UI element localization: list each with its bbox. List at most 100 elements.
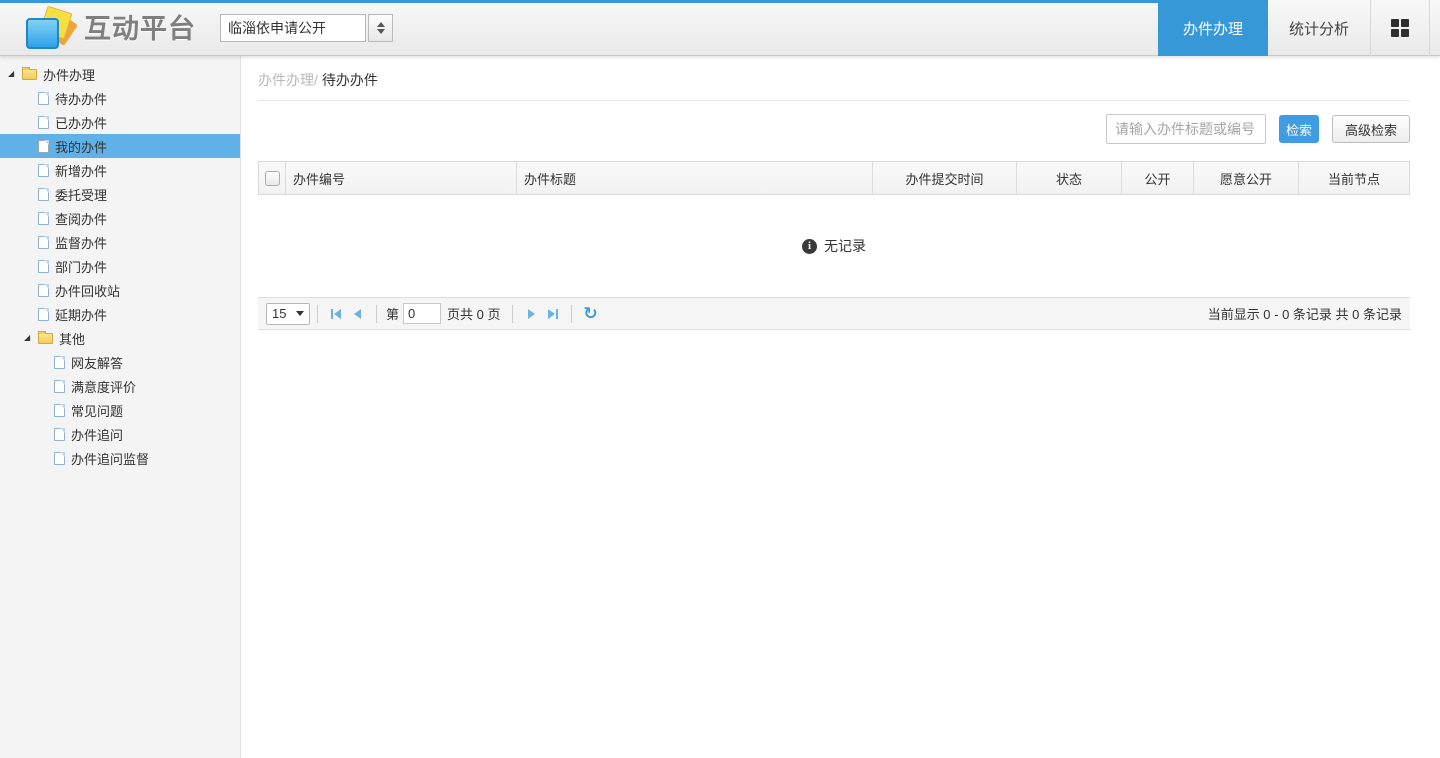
tabs-filler xyxy=(1430,0,1440,56)
sidebar-item-11[interactable]: ◢其他 xyxy=(0,326,240,350)
sidebar-item-16[interactable]: 办件追问监督 xyxy=(0,446,240,470)
sidebar-item-14[interactable]: 常见问题 xyxy=(0,398,240,422)
document-icon xyxy=(38,140,49,153)
org-selector-value[interactable]: 临淄依申请公开 xyxy=(220,14,366,42)
sidebar-item-label: 新增办件 xyxy=(55,161,107,180)
first-page-icon xyxy=(330,308,342,320)
sidebar-item-5[interactable]: 委托受理 xyxy=(0,182,240,206)
expand-arrow-icon[interactable]: ◢ xyxy=(8,70,22,78)
breadcrumb-parent: 办件办理/ xyxy=(258,72,318,88)
sidebar-item-label: 办件追问 xyxy=(71,425,123,444)
refresh-icon: ↻ xyxy=(583,305,597,322)
next-page-button[interactable] xyxy=(520,303,542,325)
document-icon xyxy=(54,428,65,441)
column-header-1[interactable]: 办件标题 xyxy=(516,162,872,194)
pager-divider xyxy=(571,305,572,323)
refresh-button[interactable]: ↻ xyxy=(579,303,601,325)
document-icon xyxy=(38,308,49,321)
sidebar-item-label: 常见问题 xyxy=(71,401,123,420)
sidebar-item-9[interactable]: 办件回收站 xyxy=(0,278,240,302)
sidebar-nav: ◢办件办理待办办件已办办件我的办件新增办件委托受理查阅办件监督办件部门办件办件回… xyxy=(0,56,241,758)
app-logo-icon xyxy=(26,8,74,50)
nav-tree: ◢办件办理待办办件已办办件我的办件新增办件委托受理查阅办件监督办件部门办件办件回… xyxy=(0,62,240,470)
tab-1[interactable]: 统计分析 xyxy=(1268,0,1370,56)
prev-page-button[interactable] xyxy=(347,303,369,325)
tab-0[interactable]: 办件办理 xyxy=(1158,0,1268,56)
sidebar-item-13[interactable]: 满意度评价 xyxy=(0,374,240,398)
first-page-button[interactable] xyxy=(325,303,347,325)
document-icon xyxy=(38,116,49,129)
document-icon xyxy=(38,92,49,105)
expand-arrow-icon[interactable]: ◢ xyxy=(24,334,38,342)
sidebar-item-label: 委托受理 xyxy=(55,185,107,204)
sidebar-item-label: 网友解答 xyxy=(71,353,123,372)
sidebar-item-label: 监督办件 xyxy=(55,233,107,252)
document-icon xyxy=(38,236,49,249)
pagination-bar: 15 第 页共 0 页 xyxy=(258,297,1410,330)
sidebar-item-label: 办件回收站 xyxy=(55,281,120,300)
records-grid: 办件编号办件标题办件提交时间状态公开愿意公开当前节点 i 无记录 xyxy=(258,161,1410,297)
sidebar-item-0[interactable]: ◢办件办理 xyxy=(0,62,240,86)
column-header-2[interactable]: 办件提交时间 xyxy=(872,162,1016,194)
select-all-checkbox[interactable] xyxy=(265,171,280,186)
chevron-down-icon xyxy=(296,311,304,316)
select-all-cell xyxy=(259,162,285,194)
advanced-search-button[interactable]: 高级检索 xyxy=(1332,115,1410,143)
document-icon xyxy=(54,380,65,393)
sidebar-item-label: 办件追问监督 xyxy=(71,449,149,468)
column-header-6[interactable]: 当前节点 xyxy=(1298,162,1409,194)
top-nav-tabs: 办件办理统计分析 xyxy=(1158,0,1440,56)
column-header-4[interactable]: 公开 xyxy=(1121,162,1193,194)
document-icon xyxy=(38,284,49,297)
records-status-text: 当前显示 0 - 0 条记录 共 0 条记录 xyxy=(1208,304,1402,323)
last-page-icon xyxy=(547,308,559,320)
sidebar-item-label: 查阅办件 xyxy=(55,209,107,228)
sidebar-item-label: 我的办件 xyxy=(55,137,107,156)
grid-icon xyxy=(1391,19,1409,37)
column-header-0[interactable]: 办件编号 xyxy=(285,162,516,194)
sidebar-item-15[interactable]: 办件追问 xyxy=(0,422,240,446)
sidebar-item-8[interactable]: 部门办件 xyxy=(0,254,240,278)
search-button[interactable]: 检索 xyxy=(1279,115,1319,143)
breadcrumb-current: 待办办件 xyxy=(322,72,378,88)
sidebar-item-7[interactable]: 监督办件 xyxy=(0,230,240,254)
logo-square-blue xyxy=(26,18,59,49)
sidebar-item-12[interactable]: 网友解答 xyxy=(0,350,240,374)
sidebar-item-6[interactable]: 查阅办件 xyxy=(0,206,240,230)
sidebar-item-label: 延期办件 xyxy=(55,305,107,324)
page-size-select[interactable]: 15 xyxy=(266,303,310,325)
column-header-5[interactable]: 愿意公开 xyxy=(1193,162,1298,194)
app-header: 互动平台 临淄依申请公开 办件办理统计分析 xyxy=(0,0,1440,56)
pager-divider xyxy=(317,305,318,323)
page-number-input[interactable] xyxy=(403,303,441,324)
document-icon xyxy=(38,260,49,273)
column-header-3[interactable]: 状态 xyxy=(1016,162,1121,194)
spinner-up-icon xyxy=(377,22,385,27)
folder-icon xyxy=(38,333,53,344)
apps-menu-button[interactable] xyxy=(1370,0,1430,56)
org-selector-spinner-button[interactable] xyxy=(368,14,393,42)
sidebar-item-2[interactable]: 已办办件 xyxy=(0,110,240,134)
sidebar-item-1[interactable]: 待办办件 xyxy=(0,86,240,110)
sidebar-item-3[interactable]: 我的办件 xyxy=(0,134,240,158)
document-icon xyxy=(54,452,65,465)
page-size-value: 15 xyxy=(272,306,286,321)
last-page-button[interactable] xyxy=(542,303,564,325)
search-input[interactable] xyxy=(1106,114,1266,144)
page-count-label: 页共 0 页 xyxy=(447,304,500,323)
document-icon xyxy=(54,404,65,417)
breadcrumb: 办件办理/待办办件 xyxy=(258,56,1410,101)
sidebar-item-4[interactable]: 新增办件 xyxy=(0,158,240,182)
sidebar-item-label: 待办办件 xyxy=(55,89,107,108)
next-page-icon xyxy=(525,308,537,320)
spinner-down-icon xyxy=(377,29,385,34)
pager-divider xyxy=(512,305,513,323)
document-icon xyxy=(38,164,49,177)
sidebar-item-10[interactable]: 延期办件 xyxy=(0,302,240,326)
org-selector[interactable]: 临淄依申请公开 xyxy=(220,14,393,42)
empty-state-text: 无记录 xyxy=(824,236,866,256)
sidebar-item-label: 已办办件 xyxy=(55,113,107,132)
empty-state: i 无记录 xyxy=(258,195,1410,297)
document-icon xyxy=(38,212,49,225)
document-icon xyxy=(54,356,65,369)
